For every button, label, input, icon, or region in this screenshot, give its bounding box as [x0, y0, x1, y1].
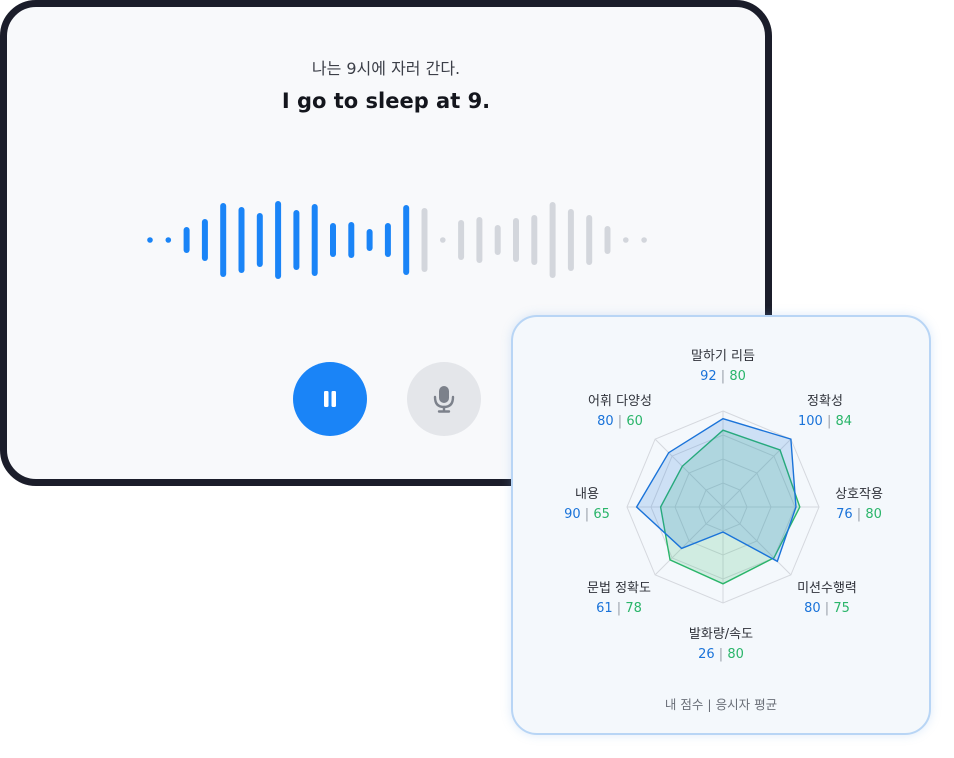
axis-vocabulary: 어휘 다양성 80 | 60: [588, 394, 652, 429]
axis-grammar: 문법 정확도 61 | 78: [587, 581, 651, 616]
score-radar-card: 말하기 리듬 92 | 80 정확성 100 | 84 상호작용 76 | 80…: [511, 315, 931, 735]
waveform-dot: [147, 237, 153, 243]
axis-mission: 미션수행력 80 | 75: [797, 581, 857, 616]
axis-content: 내용 90 | 65: [564, 487, 610, 522]
axis-interaction: 상호작용 76 | 80: [835, 487, 883, 522]
pause-icon: [324, 391, 336, 407]
axis-rhythm: 말하기 리듬 92 | 80: [691, 349, 755, 384]
microphone-icon: [433, 386, 455, 413]
legend-average: 응시자 평균: [715, 697, 778, 712]
waveform-dot: [623, 237, 629, 243]
axis-speech-volume: 발화량/속도 26 | 80: [688, 627, 754, 662]
legend-separator: |: [707, 697, 712, 712]
pause-button[interactable]: [293, 362, 367, 436]
waveform-dot: [641, 237, 647, 243]
microphone-button[interactable]: [407, 362, 481, 436]
radar-legend: 내 점수 | 응시자 평균: [513, 694, 929, 713]
waveform-dot: [440, 237, 446, 243]
waveform-dot: [165, 237, 172, 243]
legend-mine: 내 점수: [664, 697, 704, 712]
axis-accuracy: 정확성 100 | 84: [797, 394, 853, 429]
